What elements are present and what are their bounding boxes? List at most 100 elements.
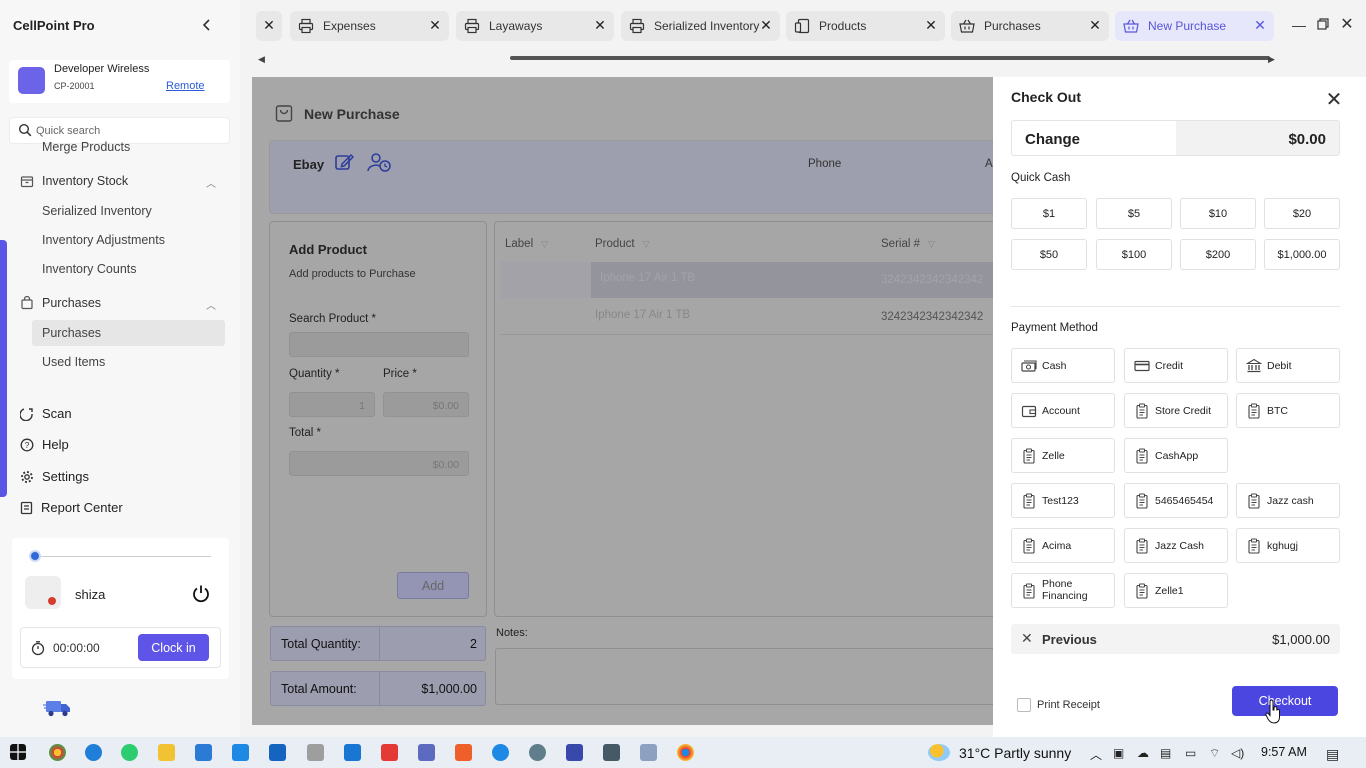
- scroll-left-arrow-icon[interactable]: ◀: [258, 54, 265, 65]
- column-header-serial[interactable]: Serial # ▽: [881, 238, 935, 250]
- app-icon[interactable]: [492, 744, 509, 761]
- close-icon[interactable]: ✕: [924, 18, 938, 32]
- whatsapp-icon[interactable]: [121, 744, 138, 761]
- camera-icon[interactable]: ▣: [1113, 746, 1124, 760]
- filter-icon[interactable]: ▽: [928, 239, 935, 249]
- payment-method-5465465454[interactable]: 5465465454: [1124, 483, 1228, 518]
- payment-method-store-credit[interactable]: Store Credit: [1124, 393, 1228, 428]
- delivery-truck-icon[interactable]: [43, 697, 73, 719]
- teams-icon[interactable]: [418, 744, 435, 761]
- payment-method-debit[interactable]: Debit: [1236, 348, 1340, 383]
- tab-expenses[interactable]: Expenses ✕: [290, 11, 449, 41]
- payment-method-cash[interactable]: Cash: [1011, 348, 1115, 383]
- edit-icon[interactable]: [334, 152, 354, 172]
- app-icon[interactable]: [381, 744, 398, 761]
- close-icon[interactable]: ✕: [593, 18, 607, 32]
- price-input[interactable]: $0.00: [383, 392, 469, 417]
- app-icon[interactable]: [640, 744, 657, 761]
- sidebar-group-purchases[interactable]: Purchases ︿: [20, 296, 216, 312]
- sidebar-item-help[interactable]: ? Help: [20, 437, 69, 452]
- search-product-input[interactable]: [289, 332, 469, 357]
- column-header-label[interactable]: Label ▽: [505, 238, 548, 250]
- filter-icon[interactable]: ▽: [541, 239, 548, 249]
- power-icon[interactable]: [190, 583, 212, 605]
- cloud-icon[interactable]: ☁: [1137, 746, 1149, 760]
- quick-cash-button[interactable]: $50: [1011, 239, 1087, 270]
- quick-cash-button[interactable]: $10: [1180, 198, 1256, 229]
- close-icon[interactable]: ✕: [759, 18, 773, 32]
- sidebar-item-report-center[interactable]: Report Center: [20, 500, 123, 515]
- tab-partial[interactable]: ✕: [256, 11, 282, 41]
- scroll-right-arrow-icon[interactable]: ▶: [1268, 54, 1275, 65]
- tab-new-purchase[interactable]: New Purchase ✕: [1115, 11, 1274, 41]
- window-close-icon[interactable]: ✕: [1340, 17, 1354, 33]
- user-history-icon[interactable]: [366, 151, 392, 173]
- total-input[interactable]: $0.00: [289, 451, 469, 476]
- store-app-icon[interactable]: [195, 744, 212, 761]
- table-row[interactable]: Iphone 17 Air 1 TB 3242342342342342: [500, 262, 995, 298]
- payment-method-zelle[interactable]: Zelle: [1011, 438, 1115, 473]
- edge-icon[interactable]: [85, 744, 102, 761]
- payment-method-test123[interactable]: Test123: [1011, 483, 1115, 518]
- windows-start-icon[interactable]: [10, 744, 26, 760]
- quick-cash-button[interactable]: $100: [1096, 239, 1172, 270]
- app-icon[interactable]: [269, 744, 286, 761]
- notifications-icon[interactable]: ▤: [1326, 746, 1339, 763]
- tabs-scrollbar[interactable]: [510, 56, 1270, 60]
- quick-cash-button[interactable]: $5: [1096, 198, 1172, 229]
- sidebar-item-inventory-counts[interactable]: Inventory Counts: [42, 262, 137, 276]
- app-icon[interactable]: [566, 744, 583, 761]
- close-icon[interactable]: ✕: [262, 18, 276, 32]
- volume-icon[interactable]: ◁): [1231, 746, 1244, 760]
- print-receipt-checkbox[interactable]: [1017, 698, 1031, 712]
- quick-cash-button[interactable]: $1,000.00: [1264, 239, 1340, 270]
- payment-method-account[interactable]: Account: [1011, 393, 1115, 428]
- restore-icon[interactable]: [1316, 18, 1330, 32]
- clock-in-button[interactable]: Clock in: [138, 634, 209, 661]
- close-icon[interactable]: ✕: [1253, 18, 1267, 32]
- tab-purchases[interactable]: Purchases ✕: [951, 11, 1109, 41]
- quick-cash-button[interactable]: $1: [1011, 198, 1087, 229]
- file-explorer-icon[interactable]: [158, 744, 175, 761]
- sidebar-item-settings[interactable]: Settings: [20, 469, 89, 484]
- search-input[interactable]: [36, 122, 221, 140]
- status-slider-track[interactable]: [36, 556, 211, 557]
- chrome-icon[interactable]: [677, 744, 694, 761]
- quick-cash-button[interactable]: $200: [1180, 239, 1256, 270]
- brave-icon[interactable]: [455, 744, 472, 761]
- clock[interactable]: 9:57 AM: [1261, 745, 1307, 759]
- close-icon[interactable]: ✕: [428, 18, 442, 32]
- filter-icon[interactable]: ▽: [643, 239, 650, 249]
- quick-cash-button[interactable]: $20: [1264, 198, 1340, 229]
- weather-icon[interactable]: [928, 744, 950, 761]
- weather-text[interactable]: 31°C Partly sunny: [959, 745, 1071, 761]
- minimize-icon[interactable]: —: [1292, 18, 1306, 32]
- sidebar-item-purchases[interactable]: Purchases: [42, 326, 101, 340]
- remove-payment-icon[interactable]: ✕: [1021, 631, 1033, 645]
- payment-method-jazz-cash-lower[interactable]: Jazz cash: [1236, 483, 1340, 518]
- notes-textarea[interactable]: [495, 648, 999, 705]
- column-header-product[interactable]: Product ▽: [595, 238, 650, 250]
- remote-link[interactable]: Remote: [166, 80, 205, 92]
- sidebar-item-scan[interactable]: Scan: [20, 406, 72, 421]
- chrome-icon[interactable]: [49, 744, 66, 761]
- network-icon[interactable]: ▤: [1160, 746, 1171, 760]
- tab-serialized-inventory[interactable]: Serialized Inventory ✕: [621, 11, 780, 41]
- payment-method-jazz-cash[interactable]: Jazz Cash: [1124, 528, 1228, 563]
- close-icon[interactable]: ✕: [1325, 90, 1343, 110]
- status-slider-handle[interactable]: [29, 550, 41, 562]
- tab-layaways[interactable]: Layaways ✕: [456, 11, 614, 41]
- battery-icon[interactable]: ▭: [1185, 746, 1196, 760]
- sidebar-item-serialized-inventory[interactable]: Serialized Inventory: [42, 204, 152, 218]
- sidebar-item-used-items[interactable]: Used Items: [42, 355, 105, 369]
- wifi-icon[interactable]: ⌔: [1209, 746, 1220, 761]
- app-icon[interactable]: [232, 744, 249, 761]
- app-icon[interactable]: [344, 744, 361, 761]
- app-icon[interactable]: [529, 744, 546, 761]
- quantity-input[interactable]: 1: [289, 392, 375, 417]
- checkout-button[interactable]: Checkout: [1232, 686, 1338, 716]
- payment-method-acima[interactable]: Acima: [1011, 528, 1115, 563]
- tab-products[interactable]: Products ✕: [786, 11, 945, 41]
- sidebar-group-inventory-stock[interactable]: Inventory Stock ︿: [20, 174, 216, 190]
- payment-method-cashapp[interactable]: CashApp: [1124, 438, 1228, 473]
